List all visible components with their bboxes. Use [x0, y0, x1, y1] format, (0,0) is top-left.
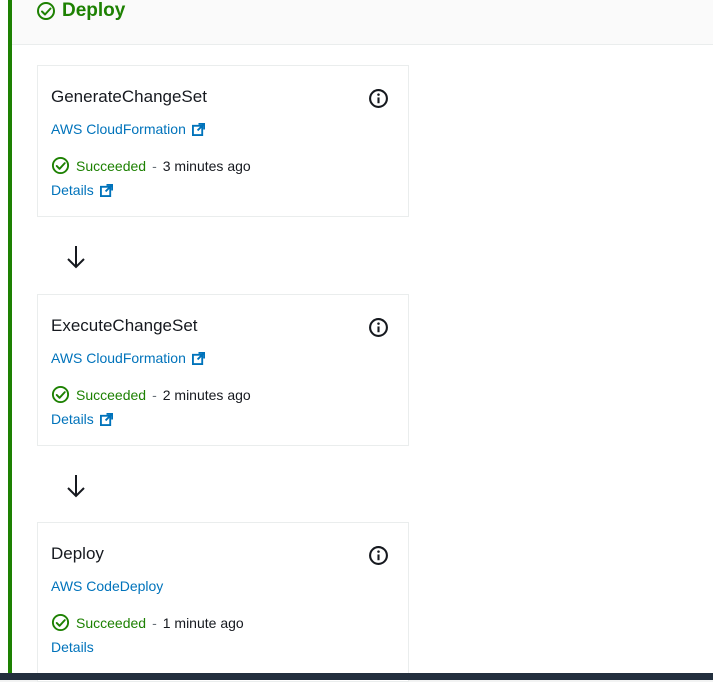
bottom-bar	[0, 673, 713, 680]
action-name: ExecuteChangeSet	[51, 316, 198, 335]
status-separator: -	[152, 157, 157, 174]
action-name: Deploy	[51, 544, 104, 563]
details-link[interactable]: Details	[51, 182, 113, 198]
stage-header: Deploy	[12, 0, 713, 45]
status-text: Succeeded	[76, 614, 147, 631]
action-name: GenerateChangeSet	[51, 87, 207, 106]
stage-rail	[0, 0, 5, 673]
stage-title: Deploy	[36, 0, 125, 25]
success-check-icon	[51, 613, 70, 632]
arrow-down-icon	[67, 475, 85, 498]
status-separator: -	[152, 614, 157, 631]
status-row: Succeeded - 2 minutes ago	[51, 385, 251, 404]
details-link-text[interactable]: Details	[51, 182, 94, 198]
success-check-icon	[51, 385, 70, 404]
check-circle-icon	[37, 2, 55, 20]
provider-link-text[interactable]: AWS CodeDeploy	[51, 578, 163, 594]
status-time: 1 minute ago	[162, 614, 244, 631]
info-icon[interactable]	[368, 317, 389, 338]
action-card-executechangeset: ExecuteChangeSet AWS CloudFormation Succ…	[37, 294, 409, 446]
action-card-generatechangeset: GenerateChangeSet AWS CloudFormation Suc…	[37, 65, 409, 217]
stage-title-text: Deploy	[62, 0, 126, 21]
status-text: Succeeded	[76, 157, 147, 174]
deploy-stage: Deploy GenerateChangeSet AWS CloudFormat…	[0, 0, 713, 682]
status-text: Succeeded	[76, 386, 147, 403]
status-separator: -	[152, 386, 157, 403]
status-time: 3 minutes ago	[162, 157, 251, 174]
provider-link[interactable]: AWS CloudFormation	[51, 121, 205, 137]
external-link-icon	[191, 351, 205, 365]
action-card-deploy: Deploy AWS CodeDeploy Succeeded - 1 minu…	[37, 522, 409, 682]
arrow-down-icon	[67, 246, 85, 269]
info-icon[interactable]	[368, 88, 389, 109]
status-row: Succeeded - 1 minute ago	[51, 613, 244, 632]
provider-link[interactable]: AWS CloudFormation	[51, 350, 205, 366]
external-link-icon	[99, 183, 113, 197]
stage-status-border	[8, 0, 12, 673]
external-link-icon	[191, 122, 205, 136]
info-icon[interactable]	[368, 545, 389, 566]
details-link[interactable]: Details	[51, 639, 94, 655]
success-check-icon	[51, 156, 70, 175]
details-link-text[interactable]: Details	[51, 639, 94, 655]
provider-link-text[interactable]: AWS CloudFormation	[51, 121, 186, 137]
status-time: 2 minutes ago	[162, 386, 251, 403]
provider-link-text[interactable]: AWS CloudFormation	[51, 350, 186, 366]
external-link-icon	[99, 412, 113, 426]
details-link-text[interactable]: Details	[51, 411, 94, 427]
status-row: Succeeded - 3 minutes ago	[51, 156, 251, 175]
details-link[interactable]: Details	[51, 411, 113, 427]
provider-link[interactable]: AWS CodeDeploy	[51, 578, 163, 594]
